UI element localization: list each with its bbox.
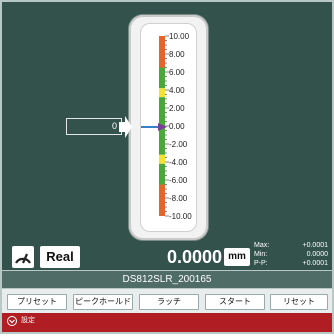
min-label: Min: (254, 251, 268, 258)
peak-hold-button[interactable]: ピークホールド (73, 294, 133, 310)
settings-bar[interactable] (2, 313, 332, 332)
pointer-value-field[interactable]: 0 (66, 118, 122, 135)
preset-button[interactable]: プリセット (7, 294, 67, 310)
start-button[interactable]: スタート (205, 294, 265, 310)
pp-value: +0.0001 (302, 260, 329, 267)
measured-value: 0.0000 (166, 247, 222, 267)
chevron-down-icon[interactable] (7, 316, 17, 326)
unit-label: mm (224, 248, 250, 266)
settings-label[interactable]: 設定 (21, 316, 35, 326)
max-label: Max: (254, 242, 270, 249)
device-name: DS812SLR_200165 (2, 270, 332, 289)
mode-label[interactable]: Real (40, 246, 80, 268)
reset-button[interactable]: リセット (270, 294, 328, 310)
min-value: 0.0000 (306, 251, 328, 258)
latch-button[interactable]: ラッチ (139, 294, 199, 310)
max-value: +0.0001 (302, 242, 329, 249)
app-window: 10.00 8.00 6.00 4.00 2.00 0.00 -2.00 -4.00 -6.00… (0, 0, 334, 334)
arrow-right-icon[interactable] (119, 114, 133, 140)
gauge-icon[interactable] (12, 246, 34, 268)
pp-label: P-P: (254, 260, 268, 267)
gauge-needle-tip (158, 123, 167, 131)
